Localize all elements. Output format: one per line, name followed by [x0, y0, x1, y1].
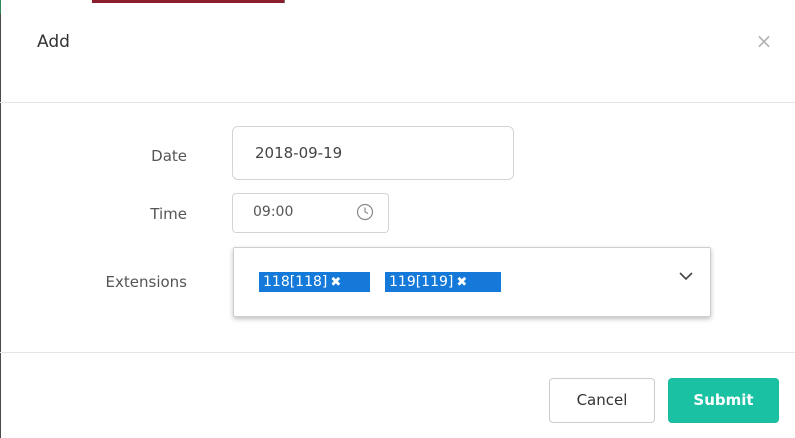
extension-tag-label: 118[118] — [263, 274, 328, 290]
add-dialog: Add × Date 2018-09-19 Time 09:00 Extensi… — [0, 0, 795, 438]
date-field[interactable]: 2018-09-19 — [232, 126, 514, 180]
remove-tag-icon[interactable]: ✖ — [456, 273, 467, 293]
background-edge-divider — [284, 0, 285, 3]
date-label: Date — [151, 147, 187, 165]
extensions-select[interactable]: 118[118] ✖ 119[119] ✖ — [233, 247, 711, 317]
extensions-label: Extensions — [105, 273, 187, 291]
chevron-down-icon[interactable] — [678, 268, 694, 284]
dialog-title: Add — [37, 32, 70, 52]
background-edge-highlight — [92, 0, 284, 3]
extension-tag-label: 119[119] — [389, 274, 454, 290]
dialog-header — [0, 16, 795, 103]
submit-button[interactable]: Submit — [668, 378, 779, 423]
extension-tag: 118[118] ✖ — [259, 272, 370, 292]
close-icon[interactable]: × — [753, 30, 775, 52]
clock-icon[interactable] — [356, 203, 374, 221]
extension-tag: 119[119] ✖ — [385, 272, 501, 292]
cancel-button[interactable]: Cancel — [549, 378, 655, 423]
time-label: Time — [150, 205, 187, 223]
remove-tag-icon[interactable]: ✖ — [330, 273, 341, 293]
time-value: 09:00 — [253, 204, 294, 220]
footer-divider — [0, 352, 795, 353]
background-edge-accent — [0, 0, 1, 14]
